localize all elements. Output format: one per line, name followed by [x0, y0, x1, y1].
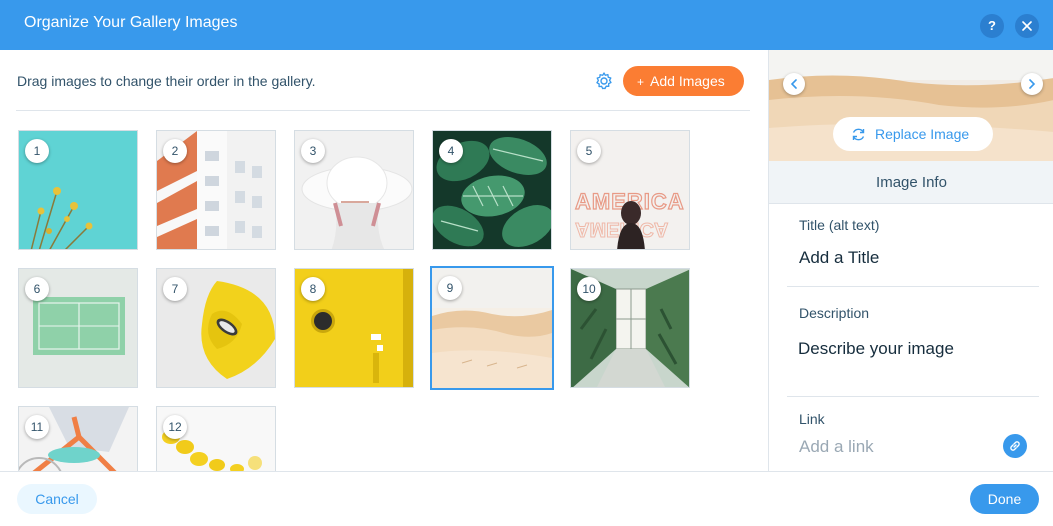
description-input[interactable]: Describe your image: [798, 339, 954, 359]
item-number: 6: [25, 277, 49, 301]
gallery-item[interactable]: 4: [432, 130, 552, 250]
gallery-grid: 1 2 3 4 AMERICA 5 6 7 8 9 10 11 12: [18, 130, 758, 471]
gallery-item[interactable]: 3: [294, 130, 414, 250]
gallery-item[interactable]: 12: [156, 406, 276, 471]
gallery-item[interactable]: 7: [156, 268, 276, 388]
cancel-button[interactable]: Cancel: [17, 484, 97, 514]
item-number: 2: [163, 139, 187, 163]
done-button[interactable]: Done: [970, 484, 1039, 514]
gallery-item-selected[interactable]: 9: [430, 266, 554, 390]
chevron-right-icon: [1029, 79, 1036, 89]
field-divider: [787, 396, 1039, 397]
gear-icon[interactable]: [594, 71, 614, 91]
gallery-item[interactable]: AMERICA AMERICA 5: [570, 130, 690, 250]
replace-image-button[interactable]: Replace Image: [833, 117, 993, 151]
description-label: Description: [799, 305, 870, 321]
item-number: 9: [438, 276, 462, 300]
gallery-item[interactable]: 8: [294, 268, 414, 388]
add-images-button[interactable]: + Add Images: [623, 66, 744, 96]
dialog-footer: Cancel Done: [0, 471, 1053, 526]
item-number: 7: [163, 277, 187, 301]
gallery-item[interactable]: 6: [18, 268, 138, 388]
toolbar-divider: [16, 110, 750, 111]
gallery-item[interactable]: 10: [570, 268, 690, 388]
refresh-icon: [852, 128, 865, 141]
close-icon: [1022, 21, 1032, 31]
organize-gallery-dialog: Organize Your Gallery Images ? Drag imag…: [0, 0, 1053, 526]
gallery-item[interactable]: 2: [156, 130, 276, 250]
item-number: 11: [25, 415, 49, 439]
image-preview: Replace Image: [769, 50, 1053, 161]
link-input[interactable]: Add a link: [799, 437, 874, 457]
close-button[interactable]: [1015, 14, 1039, 38]
item-number: 5: [577, 139, 601, 163]
instructions-text: Drag images to change their order in the…: [17, 73, 316, 89]
help-button[interactable]: ?: [980, 14, 1004, 38]
chevron-left-icon: [790, 79, 797, 89]
item-number: 12: [163, 415, 187, 439]
link-label: Link: [799, 411, 825, 427]
item-number: 10: [577, 277, 601, 301]
item-number: 1: [25, 139, 49, 163]
item-number: 3: [301, 139, 325, 163]
link-button[interactable]: [1003, 434, 1027, 458]
item-number: 8: [301, 277, 325, 301]
gallery-item[interactable]: 11: [18, 406, 138, 471]
image-info-heading: Image Info: [769, 161, 1053, 204]
item-number: 4: [439, 139, 463, 163]
link-icon: [1010, 441, 1020, 451]
title-label: Title (alt text): [799, 217, 880, 233]
replace-image-label: Replace Image: [875, 126, 970, 142]
image-info-panel: Replace Image Image Info Title (alt text…: [768, 50, 1053, 471]
title-input[interactable]: Add a Title: [799, 248, 879, 268]
add-images-label: Add Images: [650, 73, 725, 89]
gallery-item[interactable]: 1: [18, 130, 138, 250]
dialog-title: Organize Your Gallery Images: [24, 14, 238, 31]
plus-icon: +: [637, 75, 645, 89]
field-divider: [787, 286, 1039, 287]
next-image-button[interactable]: [1021, 73, 1043, 95]
dialog-header: Organize Your Gallery Images ?: [0, 0, 1053, 50]
previous-image-button[interactable]: [783, 73, 805, 95]
question-icon: ?: [988, 18, 996, 33]
